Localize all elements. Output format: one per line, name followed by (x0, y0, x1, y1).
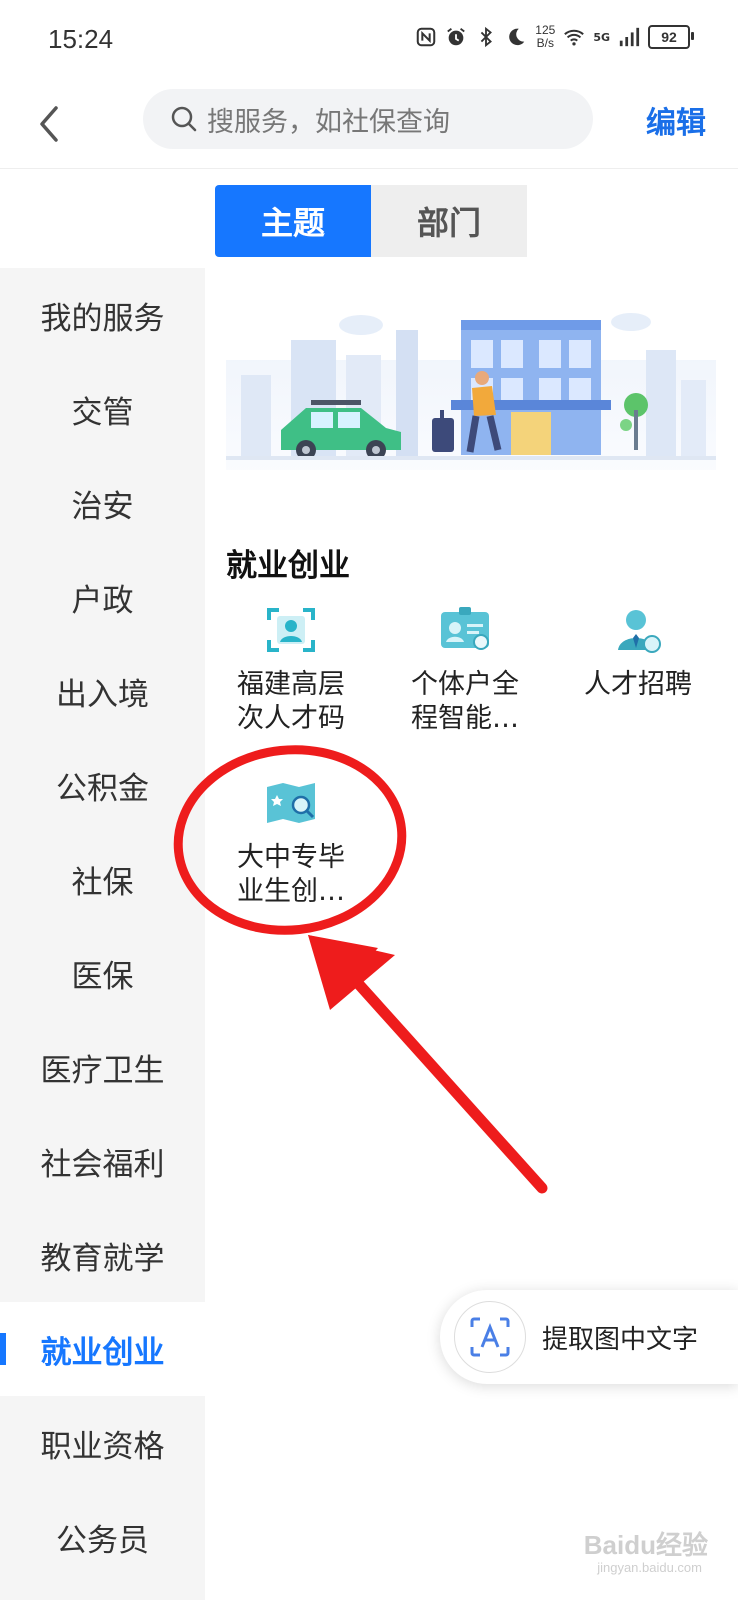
service-individual-business[interactable]: 个体户全 程智能… (390, 602, 540, 736)
status-time: 15:24 (48, 24, 114, 54)
moon-icon (509, 28, 525, 46)
sidebar-item-health[interactable]: 医疗卫生 (0, 1020, 205, 1114)
pointer-arrow (308, 935, 548, 1194)
sidebar-item-public-security[interactable]: 治安 (0, 456, 205, 550)
baidu-watermark-url: jingyan.baidu.com (597, 1560, 702, 1575)
status-icons: 125 B/s 5G 92 (415, 23, 694, 50)
sidebar: 我的服务 交管 治安 户政 出入境 公积金 社保 医保 医疗卫生 社会福利 教育… (0, 268, 205, 1600)
service-label: 个体户全 程智能… (411, 669, 519, 734)
search-placeholder: 搜服务，如社保查询 (207, 106, 450, 138)
chevron-left-icon[interactable] (30, 100, 70, 148)
recruit-icon (618, 610, 661, 653)
service-talent-code[interactable]: 福建高层 次人才码 (216, 602, 366, 736)
service-label: 人才招聘 (584, 669, 692, 700)
category-tabs: 主题 部门 (215, 185, 527, 257)
text-recognition-icon (454, 1301, 526, 1373)
wifi-icon (564, 29, 585, 46)
search-icon (171, 106, 197, 132)
face-scan-icon (267, 608, 315, 652)
sidebar-item-housing-fund[interactable]: 公积金 (0, 738, 205, 832)
service-label: 福建高层 次人才码 (237, 669, 345, 734)
extract-text-label: 提取图中文字 (542, 1324, 699, 1355)
sidebar-item-welfare[interactable]: 社会福利 (0, 1114, 205, 1208)
sidebar-item-household[interactable]: 户政 (0, 550, 205, 644)
top-nav: 搜服务，如社保查询 编辑 (0, 84, 738, 169)
service-talent-recruitment[interactable]: 人才招聘 (563, 602, 713, 702)
bluetooth-icon (481, 26, 493, 48)
tab-theme[interactable]: 主题 (215, 185, 371, 257)
signal-icon (619, 27, 640, 47)
sidebar-item-medical-insurance[interactable]: 医保 (0, 926, 205, 1020)
nfc-icon (417, 27, 436, 47)
battery-icon: 92 (648, 25, 694, 49)
sidebar-item-social-security[interactable]: 社保 (0, 832, 205, 926)
sidebar-item-traffic[interactable]: 交管 (0, 362, 205, 456)
id-card-icon (441, 607, 489, 650)
sidebar-item-immigration[interactable]: 出入境 (0, 644, 205, 738)
service-graduate-entrepreneurship[interactable]: 大中专毕 业生创… (216, 775, 366, 909)
edit-button[interactable]: 编辑 (646, 98, 706, 142)
network-speed: 125 B/s (535, 23, 556, 50)
tab-department[interactable]: 部门 (371, 185, 527, 257)
city-banner-image (226, 313, 716, 470)
sidebar-item-employment[interactable]: 就业创业 (0, 1302, 205, 1396)
alarm-icon (447, 28, 466, 46)
sidebar-item-my-services[interactable]: 我的服务 (0, 268, 205, 362)
service-label: 大中专毕 业生创… (237, 842, 345, 907)
sidebar-item-qualification[interactable]: 职业资格 (0, 1396, 205, 1490)
baidu-watermark: Baidu经验 (583, 1530, 708, 1560)
extract-text-button[interactable]: 提取图中文字 (440, 1290, 738, 1384)
status-bar: 15:24 125 B/s 5G 92 (0, 0, 738, 80)
sidebar-item-education[interactable]: 教育就学 (0, 1208, 205, 1302)
sidebar-item-civil-servant[interactable]: 公务员 (0, 1490, 205, 1584)
book-search-icon (267, 783, 315, 823)
search-input[interactable]: 搜服务，如社保查询 (143, 89, 593, 149)
network-type: 5G (593, 30, 610, 44)
section-title: 就业创业 (226, 548, 350, 584)
